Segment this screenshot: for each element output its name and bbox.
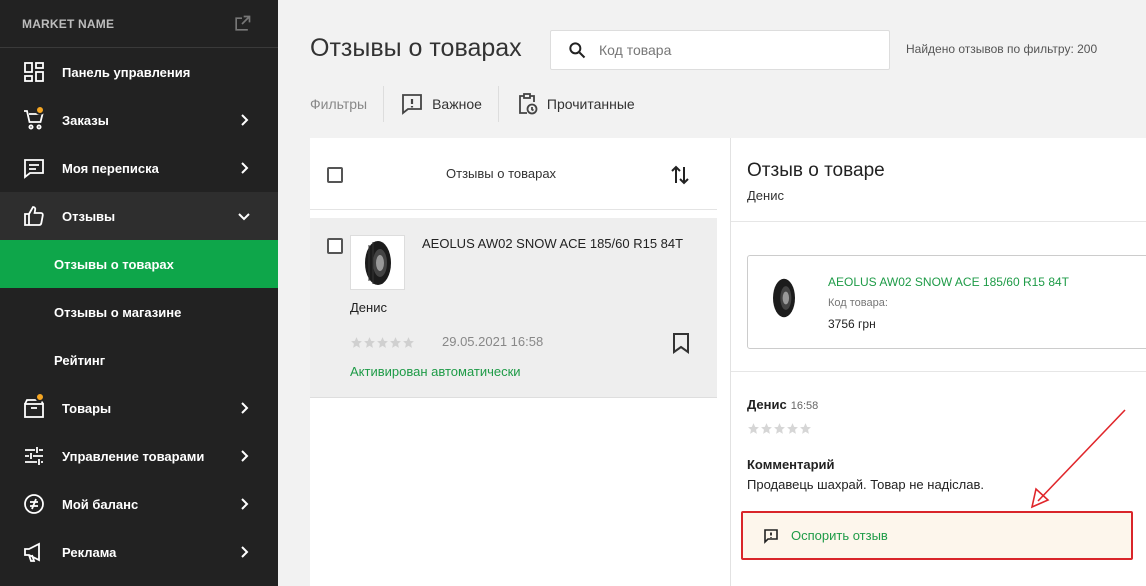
search-icon (569, 42, 586, 59)
page-title: Отзывы о товарах (310, 34, 522, 62)
filter-read-label: Прочитанные (546, 96, 635, 112)
filter-bar: Фильтры Важное Прочитанные (310, 86, 651, 122)
star-icon (800, 423, 811, 434)
star-icon (403, 337, 414, 348)
product-name: AEOLUS AW02 SNOW ACE 185/60 R15 84T (422, 236, 684, 251)
sidebar-item-dashboard[interactable]: Панель управления (0, 48, 278, 96)
dashboard-icon (24, 62, 44, 82)
sort-icon[interactable] (670, 164, 690, 186)
chevron-right-icon (241, 162, 249, 174)
filter-important-label: Важное (432, 96, 482, 112)
sidebar-item-messages[interactable]: Моя переписка (0, 144, 278, 192)
notification-badge (35, 392, 45, 402)
star-icon (351, 337, 362, 348)
star-icon (774, 423, 785, 434)
product-code-label: Код товара: (828, 297, 888, 309)
sidebar-item-orders[interactable]: Заказы (0, 96, 278, 144)
found-count: Найдено отзывов по фильтру: 200 (906, 42, 1098, 56)
chevron-right-icon (241, 450, 249, 462)
sidebar-subitem-rating[interactable]: Рейтинг (0, 336, 278, 384)
product-thumbnail (350, 235, 405, 290)
detail-title: Отзыв о товаре (747, 160, 885, 181)
sidebar-item-label: Реклама (62, 544, 117, 560)
search-box[interactable] (550, 30, 890, 70)
thumb-up-icon (24, 206, 44, 226)
list-item[interactable]: AEOLUS AW02 SNOW ACE 185/60 R15 84T Дени… (310, 218, 717, 398)
search-input[interactable] (599, 42, 889, 58)
notification-badge (35, 105, 45, 115)
star-rating (350, 336, 415, 349)
sidebar-item-reviews[interactable]: Отзывы (0, 192, 278, 240)
review-time: 16:58 (790, 400, 819, 412)
chevron-down-icon (238, 213, 250, 221)
star-rating (747, 422, 812, 435)
sidebar-item-label: Заказы (62, 112, 109, 128)
sidebar-item-label: Мой баланс (62, 496, 139, 512)
chevron-right-icon (241, 498, 249, 510)
clipboard-clock-icon (518, 93, 538, 115)
sidebar-subitem-product-reviews[interactable]: Отзывы о товарах (0, 240, 278, 288)
reviews-list-panel: Отзывы о товарах AEOLUS AW02 SNOW ACE 18… (310, 138, 730, 586)
important-message-icon (402, 94, 422, 115)
divider (731, 221, 1146, 222)
divider (731, 371, 1146, 372)
product-link[interactable]: AEOLUS AW02 SNOW ACE 185/60 R15 84T (828, 275, 1069, 289)
list-header-title: Отзывы о товарах (446, 166, 557, 181)
tire-image (364, 240, 391, 285)
product-card: AEOLUS AW02 SNOW ACE 185/60 R15 84T Код … (747, 255, 1146, 349)
chevron-right-icon (241, 402, 249, 414)
chevron-right-icon (241, 546, 249, 558)
external-link-icon[interactable] (232, 14, 252, 34)
detail-author: Денис (747, 188, 784, 203)
comment-label: Комментарий (747, 457, 835, 472)
sidebar-item-product-management[interactable]: Управление товарами (0, 432, 278, 480)
sidebar-header: MARKET NAME (0, 0, 278, 48)
star-icon (787, 423, 798, 434)
sidebar-item-products[interactable]: Товары (0, 384, 278, 432)
sidebar-item-label: Моя переписка (62, 160, 159, 176)
chat-icon (24, 159, 44, 179)
status-text: Активирован автоматически (350, 364, 521, 379)
sidebar: MARKET NAME Панель управления Заказы Моя… (0, 0, 278, 586)
report-message-icon (764, 528, 778, 544)
dispute-review-label: Оспорить отзыв (791, 528, 888, 543)
star-icon (364, 337, 375, 348)
sidebar-item-label: Отзывы (62, 208, 116, 224)
review-author-line: Денис 16:58 (747, 397, 818, 412)
megaphone-icon (24, 542, 40, 562)
review-author-name: Денис (747, 397, 787, 412)
comment-text: Продавець шахрай. Товар не надіслав. (747, 477, 984, 492)
list-header: Отзывы о товарах (310, 138, 717, 210)
chevron-right-icon (241, 114, 249, 126)
select-all-checkbox[interactable] (327, 167, 343, 183)
star-icon (761, 423, 772, 434)
star-icon (748, 423, 759, 434)
sidebar-subitem-store-reviews[interactable]: Отзывы о магазине (0, 288, 278, 336)
product-price: 3756 грн (828, 317, 876, 331)
bookmark-icon[interactable] (672, 332, 690, 354)
balance-icon (24, 494, 44, 514)
sidebar-item-label: Панель управления (62, 64, 191, 80)
sliders-icon (25, 447, 43, 465)
market-name: MARKET NAME (22, 16, 115, 31)
sidebar-item-label: Товары (62, 400, 112, 416)
review-date: 29.05.2021 16:58 (442, 334, 544, 349)
dispute-review-button[interactable]: Оспорить отзыв (741, 511, 1133, 560)
review-detail-panel: Отзыв о товаре Денис AEOLUS AW02 SNOW AC… (730, 138, 1146, 586)
star-icon (390, 337, 401, 348)
row-checkbox[interactable] (327, 238, 343, 254)
sidebar-item-label: Управление товарами (62, 448, 205, 464)
sidebar-item-balance[interactable]: Мой баланс (0, 480, 278, 528)
filter-important-button[interactable]: Важное (384, 92, 498, 116)
filter-read-button[interactable]: Прочитанные (499, 92, 651, 116)
tire-image (773, 278, 795, 318)
star-icon (377, 337, 388, 348)
filters-label: Фильтры (310, 96, 368, 112)
sidebar-item-ads[interactable]: Реклама (0, 528, 278, 576)
review-author: Денис (350, 300, 387, 315)
